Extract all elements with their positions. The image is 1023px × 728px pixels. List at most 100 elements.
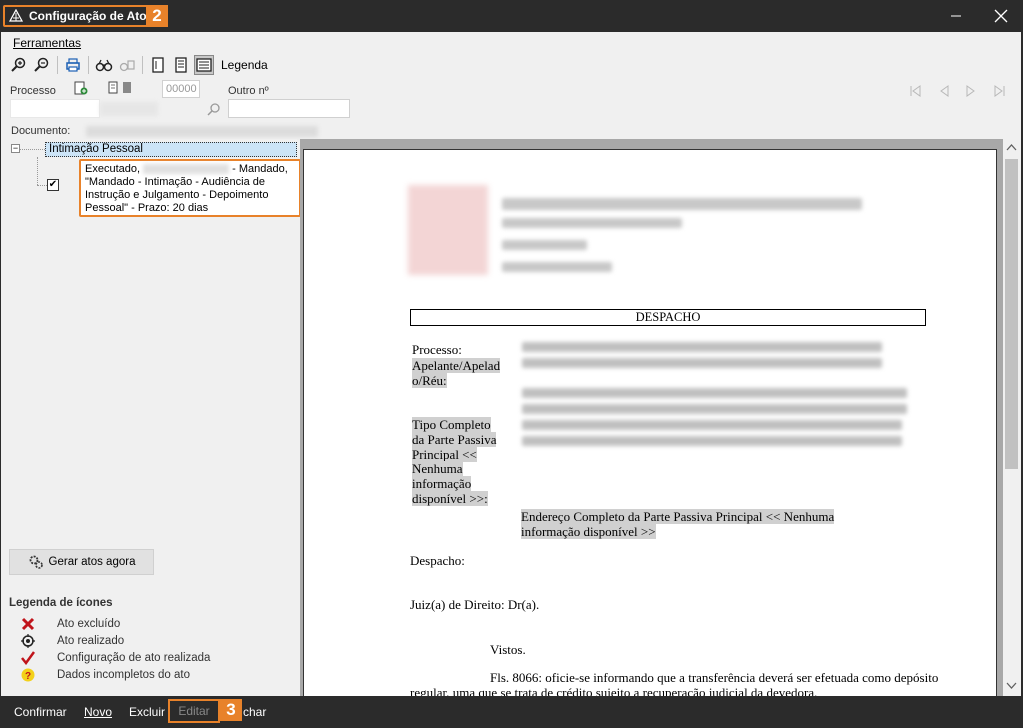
scroll-down-icon[interactable] xyxy=(1006,682,1017,690)
window-title-box: Configuração de Atos xyxy=(3,5,162,27)
app-icon xyxy=(9,9,23,22)
toolbar-separator xyxy=(88,56,89,74)
redacted-documento xyxy=(86,126,318,137)
novo-label: Novo xyxy=(84,705,113,719)
documento-label: Documento: xyxy=(11,125,71,137)
print-icon[interactable] xyxy=(63,55,83,75)
redacted-parte xyxy=(522,404,907,414)
confirmar-label: Confirmar xyxy=(14,705,67,719)
redacted-header xyxy=(502,262,612,272)
legend-label: Configuração de ato realizada xyxy=(57,651,211,664)
endereco-line: Endereço Completo da Parte Passiva Princ… xyxy=(521,509,835,524)
legend-item: Ato realizado xyxy=(9,632,299,649)
tipo-line: Principal << xyxy=(412,446,477,462)
red-x-icon xyxy=(19,617,37,631)
scrollbar-thumb[interactable] xyxy=(1005,159,1018,469)
editar-label: Editar xyxy=(178,704,210,718)
redacted-parte xyxy=(522,436,902,446)
fls-line-1: Fls. 8066: oficie-se informando que a tr… xyxy=(490,670,939,685)
menu-ferramentas[interactable]: Ferramentas xyxy=(13,36,81,50)
tipo-line: Tipo Completo xyxy=(412,417,491,432)
document-small-icon[interactable] xyxy=(108,81,118,94)
legend-item: ? Dados incompletos do ato xyxy=(9,666,299,683)
processo-block: Processo: Apelante/Apelad o/Réu: xyxy=(412,342,501,389)
confirmar-button[interactable]: Confirmar xyxy=(14,702,67,722)
legend-label: Ato realizado xyxy=(57,634,125,647)
gerar-atos-label: Gerar atos agora xyxy=(48,556,136,568)
redacted-processo xyxy=(522,342,882,352)
despacho-heading: DESPACHO xyxy=(410,309,926,326)
redacted-process xyxy=(100,102,158,116)
fechar-label: char xyxy=(243,705,267,719)
excluir-label: Excluir xyxy=(129,705,166,719)
last-page-icon[interactable] xyxy=(994,85,1006,97)
collapse-toggle[interactable]: − xyxy=(11,144,20,153)
fechar-button[interactable]: char xyxy=(243,702,266,722)
apelante-label: Apelante/Apelad xyxy=(412,357,501,373)
question-icon: ? xyxy=(19,668,37,682)
redacted-header xyxy=(502,240,587,250)
number-field[interactable]: 00000 xyxy=(162,80,200,98)
find-next-icon[interactable] xyxy=(117,55,137,75)
tipo-line: da Parte Passiva xyxy=(412,431,497,447)
apelante-label-2: o/Réu: xyxy=(412,373,447,388)
tree-connector xyxy=(37,157,38,185)
window-title: Configuração de Atos xyxy=(29,9,154,23)
toolbar-separator xyxy=(142,56,143,74)
redacted-parte xyxy=(522,420,902,430)
tree-root-intimacao[interactable]: Intimação Pessoal xyxy=(45,142,297,157)
tooltip-line4: Pessoal" - Prazo: 20 dias xyxy=(85,202,209,214)
close-icon[interactable] xyxy=(991,6,1011,26)
full-page-icon[interactable] xyxy=(171,55,191,75)
zoom-out-icon[interactable] xyxy=(32,55,52,75)
tree-connector xyxy=(20,149,45,150)
tooltip-line3: Instrução e Julgamento - Depoimento xyxy=(85,189,269,201)
gerar-atos-button[interactable]: Gerar atos agora xyxy=(9,549,154,575)
minimize-icon[interactable] xyxy=(946,6,966,26)
tipo-line: Nenhuma xyxy=(412,461,463,477)
endereco-block: Endereço Completo da Parte Passiva Princ… xyxy=(521,509,835,539)
novo-button[interactable]: Novo xyxy=(84,702,112,722)
binoculars-icon[interactable] xyxy=(94,55,114,75)
target-icon xyxy=(19,633,37,648)
menu-bar: Ferramentas xyxy=(13,36,81,50)
first-page-icon[interactable] xyxy=(909,85,921,97)
zoom-in-icon[interactable] xyxy=(9,55,29,75)
outro-field[interactable] xyxy=(228,99,350,118)
callout-badge-2: 2 xyxy=(146,5,168,27)
page-width-icon[interactable] xyxy=(194,55,214,75)
redacted-name xyxy=(143,164,230,175)
act-tooltip: Executado, - Mandado, "Mandado - Intimaç… xyxy=(79,159,301,217)
svg-text:?: ? xyxy=(25,671,31,682)
act-checkbox[interactable]: ✔ xyxy=(47,179,59,191)
new-document-icon[interactable] xyxy=(74,81,88,95)
excluir-button[interactable]: Excluir xyxy=(129,702,165,722)
despacho-label: Despacho: xyxy=(410,553,465,568)
toolbar: Legenda xyxy=(9,54,268,76)
previous-page-icon[interactable] xyxy=(938,85,950,97)
redacted-header xyxy=(502,198,862,210)
document-preview[interactable]: DESPACHO Processo: Apelante/Apelad o/Réu… xyxy=(300,139,1003,696)
status-block xyxy=(123,82,131,93)
legenda-button[interactable]: Legenda xyxy=(221,58,268,72)
outro-label: Outro nº xyxy=(228,85,269,97)
fls-line-2: regular, uma que se trata de crédito suj… xyxy=(410,685,818,696)
tooltip-prefix: Executado, xyxy=(85,163,141,175)
next-page-icon[interactable] xyxy=(965,85,977,97)
tipo-line: disponível >>: xyxy=(412,490,488,506)
legend-label: Dados incompletos do ato xyxy=(57,668,190,681)
title-bar: Configuração de Atos 2 xyxy=(0,0,1023,32)
redacted-parte xyxy=(522,388,907,398)
search-icon[interactable] xyxy=(207,102,221,116)
doc-processo-label: Processo: xyxy=(412,342,462,357)
processo-field[interactable] xyxy=(10,99,100,118)
vertical-scrollbar[interactable] xyxy=(1003,139,1020,696)
scroll-up-icon[interactable] xyxy=(1006,143,1017,151)
tooltip-line2: "Mandado - Intimação - Audiência de xyxy=(85,176,266,188)
icon-legend: Legenda de ícones Ato excluído Ato reali… xyxy=(9,597,299,683)
single-page-icon[interactable] xyxy=(148,55,168,75)
legend-item: Configuração de ato realizada xyxy=(9,649,299,666)
editar-button[interactable]: Editar xyxy=(168,699,220,723)
tooltip-suffix: - Mandado, xyxy=(232,163,288,175)
gears-icon xyxy=(29,555,43,569)
